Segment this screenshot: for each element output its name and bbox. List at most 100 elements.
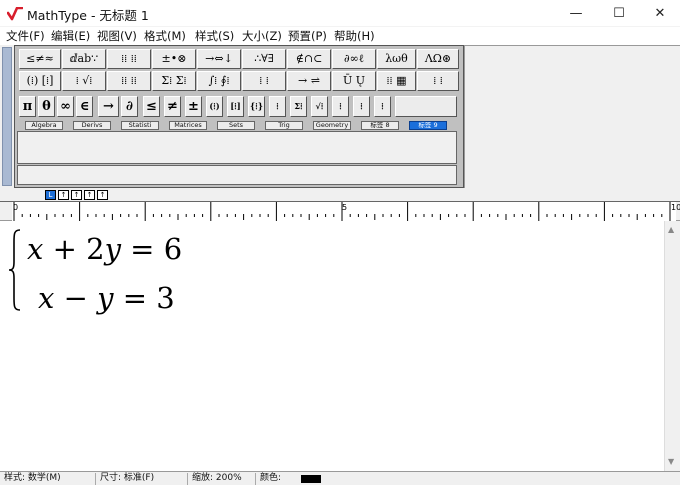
palette-operators-button[interactable]: ±•⊗ <box>152 49 196 69</box>
palette-spaces-button[interactable]: ⅆab∵ <box>62 49 106 69</box>
ruler-mark-5: 5 <box>342 203 348 212</box>
tab-content-slot-upper[interactable] <box>17 131 457 164</box>
tab-matrices[interactable]: Matrices <box>169 121 207 130</box>
mathtype-window: MathType - 无标题 1 — ☐ ✕ 文件(F) 编辑(E) 视图(V)… <box>0 0 680 485</box>
palette-integrals-button[interactable]: ∫⁞ ∮⁞ <box>197 71 241 91</box>
template-summation-button[interactable]: Σ⁞ <box>290 96 307 117</box>
menu-bar: 文件(F) 编辑(E) 视图(V) 格式(M) 样式(S) 大小(Z) 预置(P… <box>0 27 680 45</box>
equation-line-1[interactable]: x + 2y = 6 <box>27 232 182 266</box>
template-fraction-button[interactable]: ⁞ <box>269 96 286 117</box>
ruler[interactable]: 0 5 10 <box>0 201 680 222</box>
palette-logic-button[interactable]: ∴∀∃ <box>242 49 286 69</box>
operator-plus: + <box>52 232 77 266</box>
palette-area: ≤≠≈ ⅆab∵ ⁞⁞ ⁞⁞ ±•⊗ →⇔↓ ∴∀∃ ∉∩⊂ ∂∞ℓ λωθ Λ… <box>0 45 680 188</box>
palette-greek-lower-button[interactable]: λωθ <box>377 49 416 69</box>
equation-line-2[interactable]: x − y = 3 <box>38 281 175 315</box>
menu-style[interactable]: 样式(S) <box>195 28 234 44</box>
palette-fractions-radicals-button[interactable]: ⁞ √⁞ <box>62 71 106 91</box>
ruler-mark-0: 0 <box>13 203 19 212</box>
palette-boxes-button[interactable]: ⁞ ⁞ <box>417 71 459 91</box>
template-subscript-button[interactable]: ⁞ <box>353 96 370 117</box>
palette-embellishments-button[interactable]: ⁞⁞ ⁞⁞ <box>107 49 151 69</box>
symbol-leq-button[interactable]: ≤ <box>143 96 160 117</box>
title-bar: MathType - 无标题 1 — ☐ ✕ <box>0 0 680 27</box>
size-toolbar: L ↑ ↑ ↑ ↑ <box>0 188 680 201</box>
tab-statistics[interactable]: Statisti <box>121 121 159 130</box>
minimize-button[interactable]: — <box>553 0 599 27</box>
toolbar-empty-area <box>464 45 680 188</box>
symbol-element-of-button[interactable]: ∈ <box>76 96 93 117</box>
variable-x: x <box>38 281 55 315</box>
tab-geometry[interactable]: Geometry <box>313 121 351 130</box>
status-bar: 样式: 数学(M) 尺寸: 标准(F) 缩放: 200% 颜色: <box>0 471 680 485</box>
size-full-button[interactable]: L <box>45 190 56 200</box>
menu-help[interactable]: 帮助(H) <box>334 28 375 44</box>
status-size: 尺寸: 标准(F) <box>96 473 188 485</box>
menu-preferences[interactable]: 预置(P) <box>288 28 327 44</box>
palette-matrices-button[interactable]: ⁞⁞ ▦ <box>377 71 416 91</box>
menu-edit[interactable]: 编辑(E) <box>51 28 90 44</box>
number-2: 2 <box>86 232 105 266</box>
template-radical-button[interactable]: √⁞ <box>311 96 328 117</box>
variable-y: y <box>104 232 121 266</box>
symbol-pi-button[interactable]: π <box>19 96 36 117</box>
operator-equals: = <box>122 281 148 315</box>
palette-bars-button[interactable]: ⁞ ⁞ <box>242 71 286 91</box>
size-symbol-button[interactable]: ↑ <box>84 190 95 200</box>
ruler-mark-10: 10 <box>671 203 680 212</box>
number-3: 3 <box>156 281 175 315</box>
scroll-up-icon[interactable]: ▲ <box>668 225 674 234</box>
menu-size[interactable]: 大小(Z) <box>242 28 282 44</box>
palette-arrows-button[interactable]: →⇔↓ <box>197 49 241 69</box>
template-palette: ≤≠≈ ⅆab∵ ⁞⁞ ⁞⁞ ±•⊗ →⇔↓ ∴∀∃ ∉∩⊂ ∂∞ℓ λωθ Λ… <box>14 45 464 188</box>
symbol-partial-button[interactable]: ∂ <box>121 96 138 117</box>
symbol-plusminus-button[interactable]: ± <box>185 96 202 117</box>
menu-format[interactable]: 格式(M) <box>144 28 186 44</box>
palette-products-button[interactable]: Ū Ų <box>332 71 376 91</box>
toolbar-grip[interactable] <box>2 47 12 186</box>
menu-view[interactable]: 视图(V) <box>97 28 137 44</box>
template-braces-button[interactable]: {⁞} <box>248 96 265 117</box>
palette-relations-button[interactable]: ≤≠≈ <box>19 49 61 69</box>
window-title: MathType - 无标题 1 <box>27 8 149 23</box>
palette-misc-button[interactable]: ∂∞ℓ <box>332 49 376 69</box>
palette-summations-button[interactable]: Σ⁞ Σ⁞ <box>152 71 196 91</box>
tab-label-8[interactable]: 标签 8 <box>361 121 399 130</box>
operator-minus: − <box>63 281 88 315</box>
tab-sets[interactable]: Sets <box>217 121 255 130</box>
symbol-bar-empty-slot <box>395 96 457 117</box>
left-brace <box>8 229 21 311</box>
symbol-theta-button[interactable]: θ <box>38 96 55 117</box>
scroll-down-icon[interactable]: ▼ <box>668 457 674 466</box>
palette-sets-button[interactable]: ∉∩⊂ <box>287 49 331 69</box>
status-style: 样式: 数学(M) <box>0 473 96 485</box>
maximize-button[interactable]: ☐ <box>596 0 642 27</box>
palette-scripts-button[interactable]: ⁞⁞ ⁞⁞ <box>107 71 151 91</box>
color-swatch <box>301 475 321 483</box>
palette-greek-upper-button[interactable]: ΛΩ⊛ <box>417 49 459 69</box>
symbol-arrow-button[interactable]: → <box>98 96 119 117</box>
tab-trig[interactable]: Trig <box>265 121 303 130</box>
size-subsub-button[interactable]: ↑ <box>71 190 82 200</box>
symbol-infinity-button[interactable]: ∞ <box>57 96 74 117</box>
operator-equals: = <box>130 232 155 266</box>
menu-file[interactable]: 文件(F) <box>6 28 45 44</box>
tab-derivs[interactable]: Derivs <box>73 121 111 130</box>
number-6: 6 <box>163 232 183 266</box>
palette-labeled-arrows-button[interactable]: → ⇌ <box>287 71 331 91</box>
tab-algebra[interactable]: Algebra <box>25 121 63 130</box>
template-brackets-button[interactable]: [⁞] <box>227 96 244 117</box>
template-parentheses-button[interactable]: (⁞) <box>206 96 223 117</box>
size-sub-button[interactable]: ↑ <box>58 190 69 200</box>
tab-label-9[interactable]: 标签 9 <box>409 121 447 130</box>
template-sub-superscript-button[interactable]: ⁞ <box>374 96 391 117</box>
symbol-neq-button[interactable]: ≠ <box>164 96 181 117</box>
close-button[interactable]: ✕ <box>637 0 680 27</box>
tab-content-slot-lower[interactable] <box>17 165 457 185</box>
mathtype-logo-icon <box>7 7 23 21</box>
palette-fences-button[interactable]: (⁞) [⁞] <box>19 71 61 91</box>
vertical-scrollbar[interactable]: ▲ ▼ <box>664 221 680 471</box>
size-subsymbol-button[interactable]: ↑ <box>97 190 108 200</box>
template-superscript-button[interactable]: ⁞ <box>332 96 349 117</box>
ruler-scale[interactable]: 0 5 10 <box>12 202 680 222</box>
